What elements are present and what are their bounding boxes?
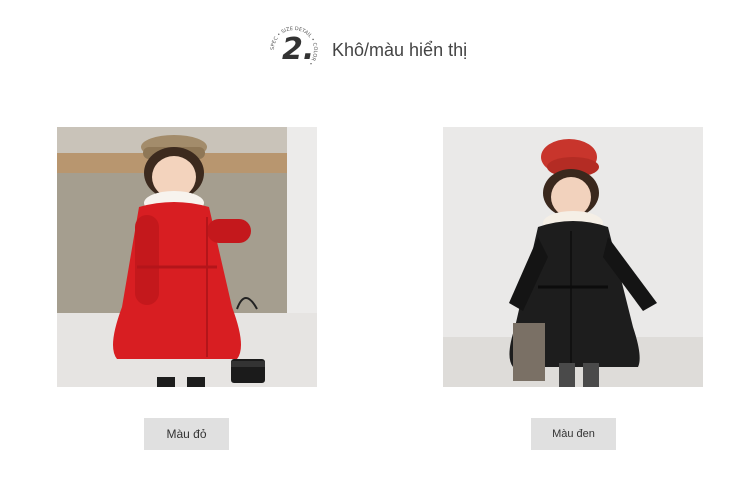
step-number: 2. <box>282 32 315 67</box>
color-option-black-button[interactable]: Màu đen <box>531 418 616 450</box>
color-option-red-button[interactable]: Màu đỏ <box>144 418 229 450</box>
girl-red-coat-image[interactable] <box>57 127 317 387</box>
color-option-black-label: Màu đen <box>552 428 595 440</box>
girl-black-coat-image[interactable] <box>443 127 703 387</box>
section-header: SPEC • SIZE DETAIL • COLOR • 2. Khô/màu … <box>270 26 467 74</box>
step-badge-icon: SPEC • SIZE DETAIL • COLOR • 2. <box>270 26 318 74</box>
page-title: Khô/màu hiển thị <box>332 39 468 60</box>
color-option-red-label: Màu đỏ <box>166 427 207 441</box>
